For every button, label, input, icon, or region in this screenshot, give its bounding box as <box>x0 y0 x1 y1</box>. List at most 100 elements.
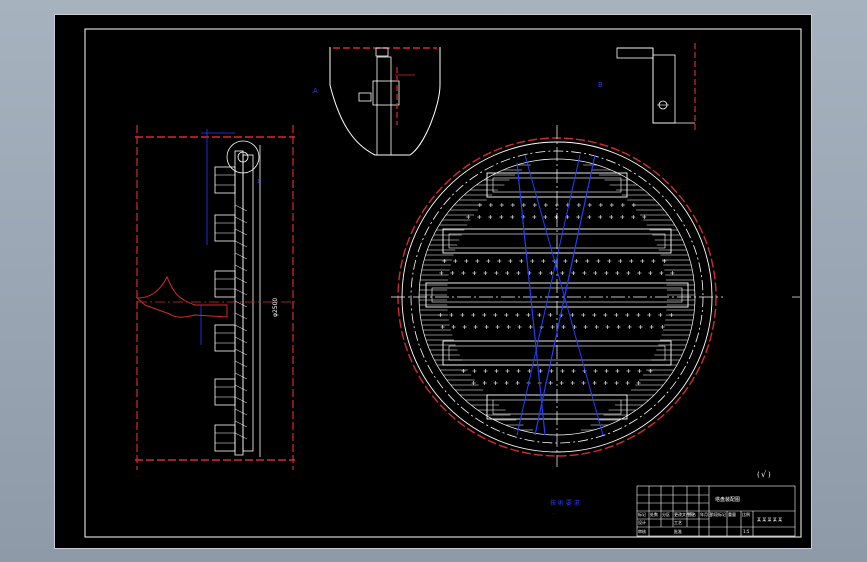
tb-label: 分区 <box>662 511 670 517</box>
valve-hole <box>563 259 568 263</box>
rib <box>214 166 236 194</box>
valve-hole <box>648 369 653 373</box>
valve-hole <box>548 381 553 385</box>
valve-hole <box>571 369 576 373</box>
valve-hole <box>495 325 500 329</box>
valve-hole <box>477 203 482 207</box>
valve-hole <box>499 215 504 219</box>
valve-hole <box>583 325 588 329</box>
valve-hole <box>637 369 642 373</box>
rib-tick <box>234 372 248 380</box>
tb-label: 签名 <box>688 511 696 517</box>
valve-hole <box>596 259 601 263</box>
rib <box>214 214 236 242</box>
valve-hole <box>651 259 656 263</box>
plan-valve-holes <box>438 203 675 385</box>
valve-hole <box>660 325 665 329</box>
rib-tick <box>234 384 248 392</box>
valve-hole <box>620 215 625 219</box>
valve-hole <box>508 259 513 263</box>
detail-view-top: A <box>313 47 441 156</box>
valve-hole <box>466 215 471 219</box>
title-block <box>636 485 796 537</box>
valve-hole <box>462 325 467 329</box>
tb-role: 工艺 <box>674 520 682 525</box>
valve-hole <box>560 369 565 373</box>
valve-hole <box>604 369 609 373</box>
rib-tick <box>234 420 248 428</box>
rib-tick <box>234 240 248 248</box>
valve-hole <box>603 313 608 317</box>
notes-line: … <box>552 510 556 515</box>
valve-hole <box>510 215 515 219</box>
valve-hole <box>574 259 579 263</box>
rib-tick <box>234 408 248 416</box>
rib-tick <box>234 252 248 260</box>
valve-hole <box>549 369 554 373</box>
valve-hole <box>497 259 502 263</box>
rib-tick <box>234 216 248 224</box>
valve-hole <box>483 369 488 373</box>
rib <box>214 270 236 298</box>
rib <box>214 378 236 406</box>
valve-hole <box>515 381 520 385</box>
valve-hole <box>636 313 641 317</box>
rib-tick <box>234 432 248 440</box>
rib-tick <box>234 336 248 344</box>
valve-hole <box>482 381 487 385</box>
rib-tick <box>234 276 248 284</box>
valve-hole <box>494 369 499 373</box>
valve-hole <box>618 259 623 263</box>
valve-hole <box>648 271 653 275</box>
valve-hole <box>550 325 555 329</box>
valve-hole <box>493 313 498 317</box>
valve-hole <box>607 259 612 263</box>
title-block-text: 塔盘装配图 某 某 某 某 某 1:5 标记 处数 分区 更改文件号 签名 年月… <box>638 496 782 534</box>
height-dimension: φ2500 <box>272 298 279 317</box>
valve-hole <box>450 271 455 275</box>
valve-hole <box>582 271 587 275</box>
valve-hole <box>670 271 675 275</box>
notes-title: 技 術 要 求 <box>550 499 580 507</box>
valve-hole <box>638 325 643 329</box>
valve-hole <box>560 271 565 275</box>
valve-hole <box>471 381 476 385</box>
valve-hole <box>442 259 447 263</box>
rib-tick <box>234 228 248 236</box>
valve-hole <box>499 203 504 207</box>
valve-hole <box>629 259 634 263</box>
valve-hole <box>484 325 489 329</box>
drawing-title: 塔盘装配图 <box>715 496 740 503</box>
valve-hole <box>516 271 521 275</box>
rib-tick <box>234 264 248 272</box>
valve-hole <box>504 313 509 317</box>
part-name: 某 某 某 某 某 <box>757 516 782 522</box>
valve-hole <box>461 369 466 373</box>
roughness-symbol: √ <box>761 470 767 479</box>
cad-viewport[interactable]: A B 1 φ2500 (√) 技 術 要 求 … 塔盘装配图 某 某 某 … <box>0 0 867 562</box>
valve-hole <box>581 313 586 317</box>
valve-hole <box>488 215 493 219</box>
valve-hole <box>475 259 480 263</box>
valve-hole <box>517 325 522 329</box>
valve-hole <box>592 381 597 385</box>
valve-hole <box>494 271 499 275</box>
valve-hole <box>453 259 458 263</box>
valve-hole <box>538 271 543 275</box>
valve-hole <box>505 369 510 373</box>
rib <box>214 424 236 452</box>
valve-hole <box>626 271 631 275</box>
valve-hole <box>642 215 647 219</box>
valve-hole <box>609 215 614 219</box>
valve-hole <box>614 381 619 385</box>
valve-hole <box>521 203 526 207</box>
valve-hole <box>605 325 610 329</box>
valve-hole <box>631 215 636 219</box>
valve-hole <box>449 313 454 317</box>
valve-hole <box>559 381 564 385</box>
svg-text:1: 1 <box>257 179 260 185</box>
valve-hole <box>561 325 566 329</box>
valve-hole <box>477 215 482 219</box>
valve-hole <box>510 203 515 207</box>
valve-hole <box>625 381 630 385</box>
